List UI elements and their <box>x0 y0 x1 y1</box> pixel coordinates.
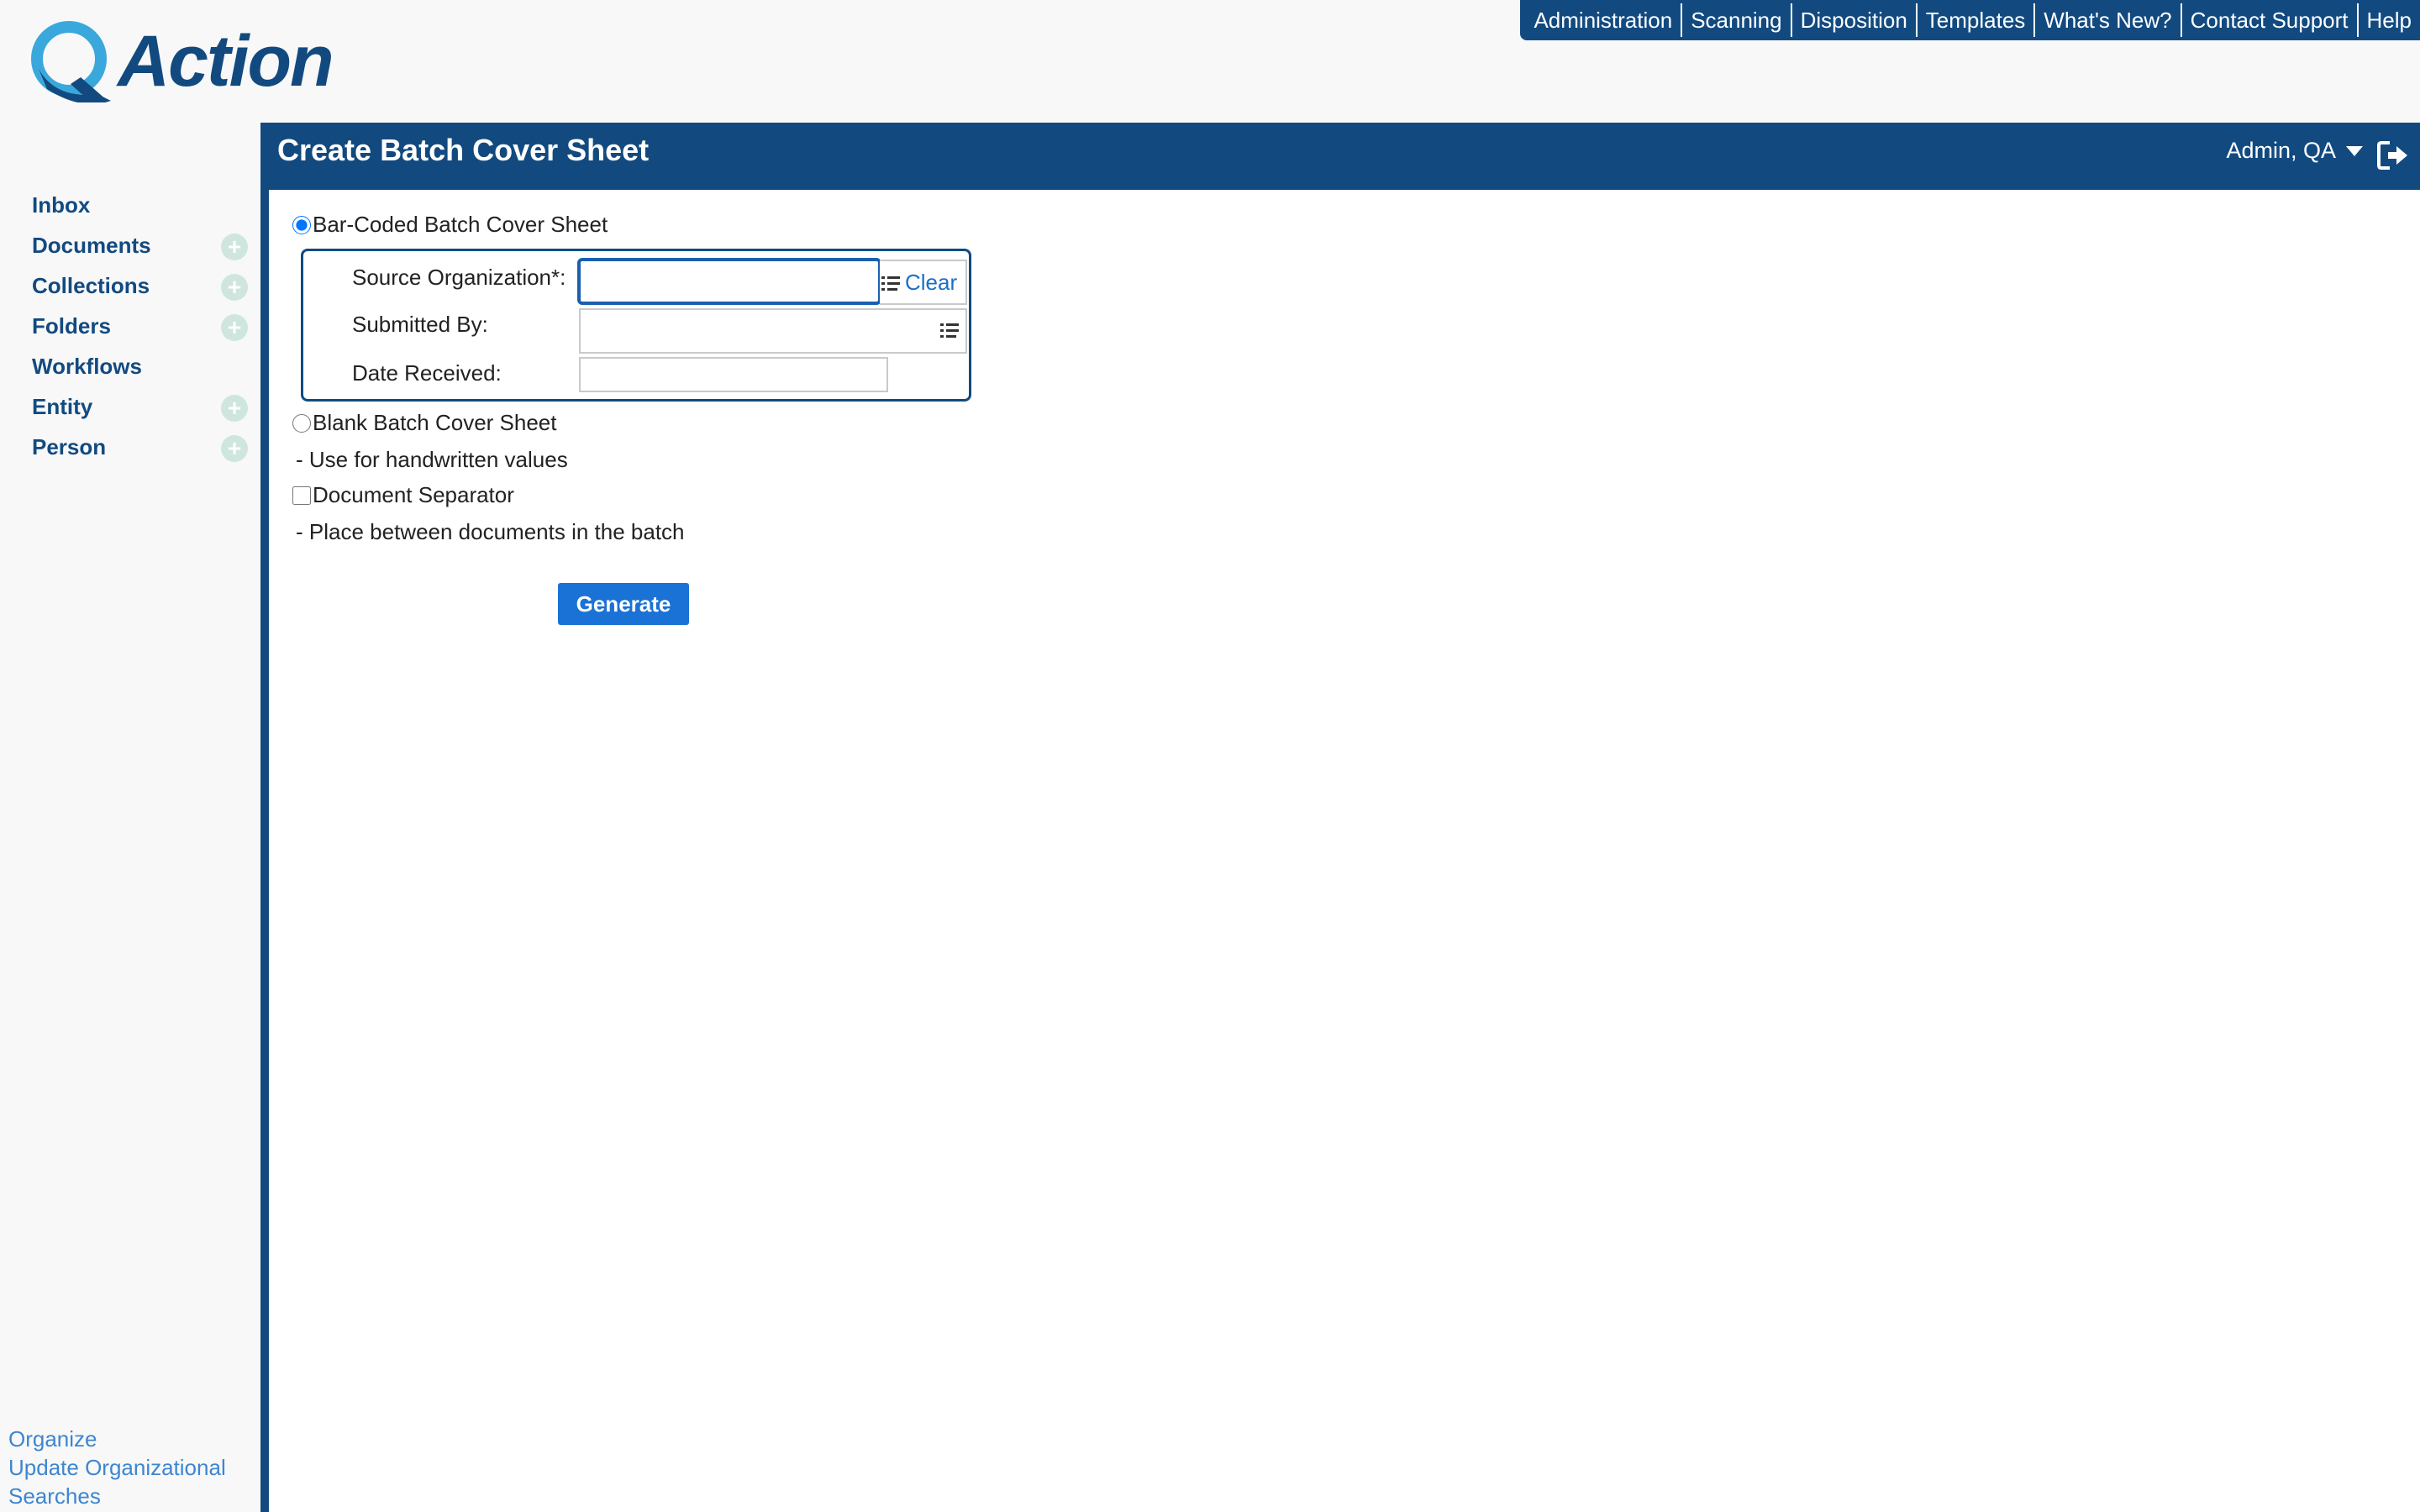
add-person-icon[interactable]: + <box>221 435 248 462</box>
add-collection-icon[interactable]: + <box>221 274 248 301</box>
nav-administration[interactable]: Administration <box>1525 3 1681 37</box>
add-document-icon[interactable]: + <box>221 234 248 260</box>
sidebar-item-label: Inbox <box>32 192 91 218</box>
sidebar-item-collections[interactable]: Collections + <box>0 265 260 306</box>
nav-templates[interactable]: Templates <box>1915 3 2034 37</box>
barcoded-radio[interactable] <box>292 215 311 234</box>
sidebar-item-documents[interactable]: Documents + <box>0 225 260 265</box>
list-lookup-icon[interactable] <box>881 275 903 293</box>
searches-link[interactable]: Searches <box>8 1482 260 1510</box>
app-logo: Action <box>30 18 334 102</box>
main-panel: Create Batch Cover Sheet Admin, QA Bar-C… <box>260 123 2420 1512</box>
sidebar-item-folders[interactable]: Folders + <box>0 306 260 346</box>
source-organization-label: Source Organization*: <box>352 265 566 290</box>
blank-radio[interactable] <box>292 413 311 433</box>
logo-text: Action <box>118 21 334 102</box>
sidebar-bottom-links: Organize Update Organizational Searches <box>8 1425 260 1510</box>
date-received-input[interactable] <box>579 357 888 392</box>
submitted-by-input[interactable] <box>579 308 967 354</box>
submitted-by-label: Submitted By: <box>352 312 488 337</box>
sidebar-item-person[interactable]: Person + <box>0 427 260 467</box>
sidebar-item-inbox[interactable]: Inbox <box>0 185 260 225</box>
sidebar-item-workflows[interactable]: Workflows <box>0 346 260 386</box>
top-navigation: Administration Scanning Disposition Temp… <box>1520 0 2420 40</box>
separator-checkbox[interactable] <box>292 486 311 505</box>
barcoded-label: Bar-Coded Batch Cover Sheet <box>313 212 608 237</box>
blank-option[interactable]: Blank Batch Cover Sheet <box>292 410 557 436</box>
barcoded-option[interactable]: Bar-Coded Batch Cover Sheet <box>292 212 608 238</box>
sidebar-item-label: Folders <box>32 312 111 339</box>
add-folder-icon[interactable]: + <box>221 314 248 341</box>
separator-option[interactable]: Document Separator <box>292 482 514 508</box>
nav-contact-support[interactable]: Contact Support <box>2180 3 2357 37</box>
list-lookup-icon[interactable] <box>940 322 962 340</box>
separator-label: Document Separator <box>313 482 514 507</box>
user-menu[interactable]: Admin, QA <box>2226 138 2363 164</box>
sidebar-item-label: Workflows <box>32 353 142 379</box>
main-header: Create Batch Cover Sheet Admin, QA <box>260 123 2420 190</box>
sidebar-item-label: Documents <box>32 232 151 258</box>
logo-q-icon <box>31 21 111 102</box>
blank-label: Blank Batch Cover Sheet <box>313 410 557 435</box>
blank-hint: - Use for handwritten values <box>296 447 568 472</box>
add-entity-icon[interactable]: + <box>221 395 248 422</box>
logout-icon[interactable] <box>2376 139 2410 171</box>
user-name: Admin, QA <box>2226 138 2336 163</box>
generate-button[interactable]: Generate <box>558 583 689 625</box>
sidebar-item-label: Collections <box>32 272 150 298</box>
sidebar-item-entity[interactable]: Entity + <box>0 386 260 427</box>
sidebar: Inbox Documents + Collections + Folders … <box>0 185 260 467</box>
barcoded-fields-box: Source Organization*: Clear Submitted By… <box>301 249 971 402</box>
update-organizational-link[interactable]: Update Organizational <box>8 1453 260 1482</box>
nav-scanning[interactable]: Scanning <box>1681 3 1790 37</box>
separator-hint: - Place between documents in the batch <box>296 519 685 544</box>
source-organization-input[interactable] <box>577 258 881 305</box>
source-organization-actions: Clear <box>880 260 967 305</box>
page-title: Create Batch Cover Sheet <box>277 133 650 167</box>
sidebar-item-label: Entity <box>32 393 93 419</box>
chevron-down-icon <box>2346 145 2363 156</box>
organize-link[interactable]: Organize <box>8 1425 260 1453</box>
nav-help[interactable]: Help <box>2356 3 2420 37</box>
clear-link[interactable]: Clear <box>905 270 957 296</box>
sidebar-item-label: Person <box>32 433 107 459</box>
nav-disposition[interactable]: Disposition <box>1790 3 1916 37</box>
nav-whats-new[interactable]: What's New? <box>2033 3 2180 37</box>
date-received-label: Date Received: <box>352 360 502 386</box>
